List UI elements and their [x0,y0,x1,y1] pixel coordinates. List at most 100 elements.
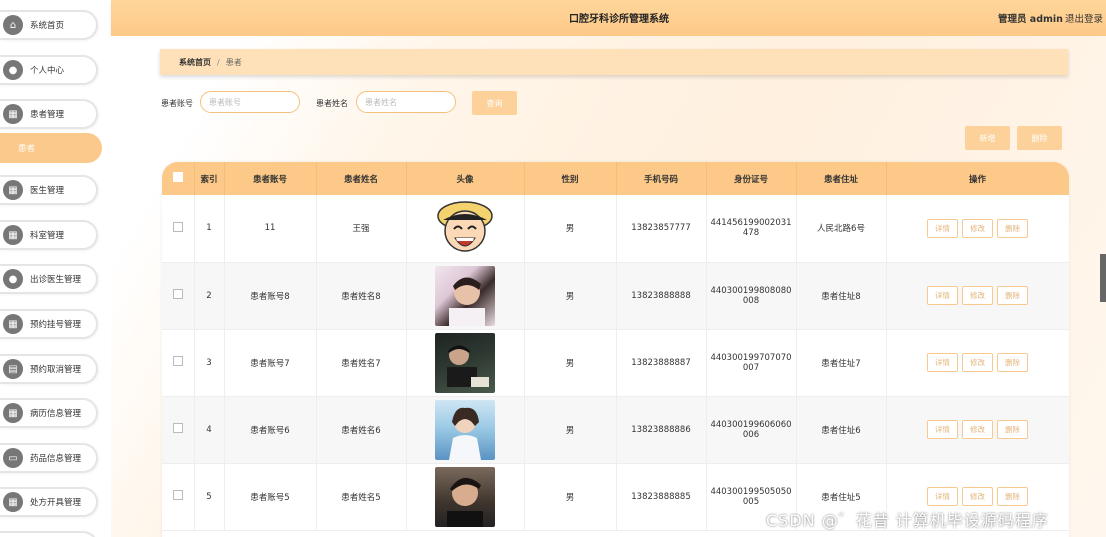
sidebar-item-label: 个人中心 [30,66,65,76]
sidebar-item-prescriptions[interactable]: ▦ 处方开具管理 [0,487,98,517]
query-button[interactable]: 查询 [472,91,517,115]
cell-gender: 男 [524,329,617,397]
grid-icon: ▦ [3,314,23,334]
cell-phone: 13823888886 [616,396,707,464]
cell-avatar [406,262,525,330]
cell-name: 患者姓名8 [316,262,407,330]
cell-actions: 详情 修改 删除 [886,329,1069,397]
cell-index: 4 [194,396,225,464]
edit-button[interactable]: 修改 [962,420,993,439]
sidebar-item-label: 系统首页 [30,21,65,31]
scrollbar-thumb[interactable] [1100,254,1106,302]
row-checkbox[interactable] [162,463,195,531]
detail-button[interactable]: 详情 [927,420,958,439]
cell-id-number: 440300199707070 007 [706,329,797,397]
edit-button[interactable]: 修改 [962,487,993,506]
cell-gender: 男 [524,262,617,330]
user-icon: ● [3,60,23,80]
cell-index: 5 [194,463,225,531]
cell-actions: 详情 修改 删除 [886,396,1069,464]
sidebar-item-medicines[interactable]: ▭ 药品信息管理 [0,443,98,473]
edit-button[interactable]: 修改 [962,286,993,305]
account-search-input[interactable] [200,91,300,113]
row-checkbox[interactable] [162,262,195,330]
sidebar-item-appointments[interactable]: ▦ 预约挂号管理 [0,309,98,339]
table-row: 1 11 王强 男 13823857777 441456199002031 47… [162,195,1069,263]
table-row: 4 患者账号6 患者姓名6 男 13823888886 440300199606… [162,396,1069,464]
batch-delete-button[interactable]: 删除 [1017,126,1062,150]
detail-button[interactable]: 详情 [927,286,958,305]
sidebar-item-label: 出诊医生管理 [30,275,82,285]
select-all-checkbox[interactable] [162,162,195,195]
delete-button[interactable]: 删除 [997,353,1028,372]
cell-phone: 13823888885 [616,463,707,531]
grid-icon: ▦ [3,225,23,245]
sidebar-item-doctors[interactable]: ▦ 医生管理 [0,175,98,205]
sidebar-subitem-label: 患者 [18,144,36,154]
delete-button[interactable]: 删除 [997,286,1028,305]
delete-button[interactable]: 删除 [997,487,1028,506]
cell-phone: 13823888888 [616,262,707,330]
column-header: 患者住址 [796,162,887,195]
sidebar-item-label: 病历信息管理 [30,409,82,419]
add-button[interactable]: 新增 [965,126,1010,150]
sidebar-item-label: 处方开具管理 [30,498,82,508]
sidebar-item-label: 科室管理 [30,231,65,241]
sidebar-subitem-patient[interactable]: 患者 [0,133,102,163]
sidebar-item-label: 医生管理 [30,186,65,196]
column-header: 身份证号 [706,162,797,195]
detail-button[interactable]: 详情 [927,218,958,238]
edit-button[interactable]: 修改 [962,353,993,372]
detail-button[interactable]: 详情 [927,487,958,506]
cell-id-number: 440300199606060 006 [706,396,797,464]
detail-button[interactable]: 详情 [927,353,958,372]
sidebar-item-home[interactable]: ⌂ 系统首页 [0,10,98,40]
sidebar-item-patients[interactable]: ▦ 患者管理 [0,99,98,129]
name-label: 患者姓名 [316,99,348,108]
table-row: 2 患者账号8 患者姓名8 男 13823888888 440300199808… [162,262,1069,330]
delete-button[interactable]: 删除 [997,218,1028,238]
grid-icon: ▦ [3,492,23,512]
column-header: 手机号码 [616,162,707,195]
cell-address: 患者住址6 [796,396,887,464]
sidebar-item-profile[interactable]: ● 个人中心 [0,55,98,85]
edit-button[interactable]: 修改 [962,218,993,238]
cell-name: 王强 [316,195,407,263]
photo-avatar [435,466,495,527]
sidebar: ⌂ 系统首页 ● 个人中心 ▦ 患者管理 患者 ▦ 医生管理 ▦ 科室管理 ● … [0,0,110,537]
user-icon: ● [3,269,23,289]
watermark: CSDN @゛花昔 计算机毕设源码程序 [766,511,1049,530]
name-search-input[interactable] [356,91,456,113]
cell-gender: 男 [524,396,617,464]
cell-index: 3 [194,329,225,397]
table-header: 索引 患者账号 患者姓名 头像 性别 手机号码 身份证号 患者住址 操作 [162,162,1069,195]
sidebar-item-departments[interactable]: ▦ 科室管理 [0,220,98,250]
home-icon: ⌂ [3,15,23,35]
sidebar-item-records[interactable]: ▦ 病历信息管理 [0,398,98,428]
delete-button[interactable]: 删除 [997,420,1028,439]
cell-phone: 13823857777 [616,195,707,263]
column-header: 患者账号 [224,162,317,195]
cell-name: 患者姓名5 [316,463,407,531]
row-checkbox[interactable] [162,195,195,263]
breadcrumb-home[interactable]: 系统首页 [179,57,211,68]
patient-table: 索引 患者账号 患者姓名 头像 性别 手机号码 身份证号 患者住址 操作 1 1… [162,162,1069,537]
row-checkbox[interactable] [162,396,195,464]
sidebar-item-label: 药品信息管理 [30,454,82,464]
cartoon-avatar [435,198,495,258]
cell-actions: 详情 修改 删除 [886,262,1069,330]
cell-id-number: 440300199808080 008 [706,262,797,330]
sidebar-item-cancellations[interactable]: ▤ 预约取消管理 [0,354,98,384]
grid-icon: ▦ [3,104,23,124]
cell-name: 患者姓名7 [316,329,407,397]
photo-avatar [435,265,495,326]
cell-account: 11 [224,195,317,263]
sidebar-item-more[interactable] [0,531,98,537]
row-checkbox[interactable] [162,329,195,397]
cell-avatar [406,195,525,263]
grid-icon: ▦ [3,180,23,200]
sidebar-item-duty-doctors[interactable]: ● 出诊医生管理 [0,264,98,294]
account-label: 患者账号 [161,99,193,108]
breadcrumb-current: 患者 [225,57,242,67]
logout-link[interactable]: 退出登录 [1065,11,1103,25]
